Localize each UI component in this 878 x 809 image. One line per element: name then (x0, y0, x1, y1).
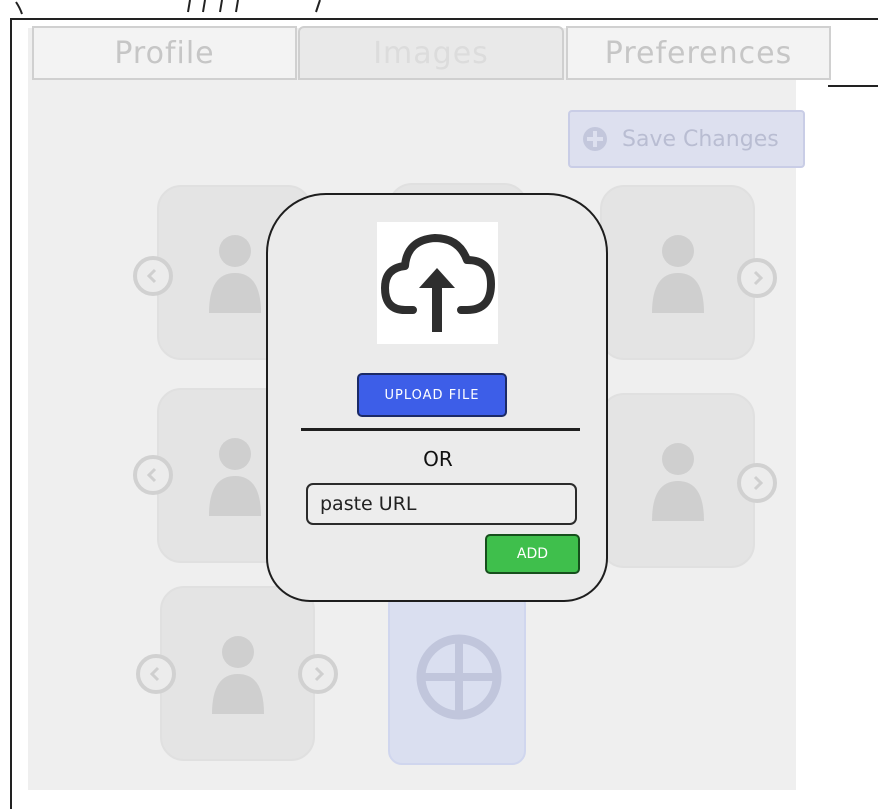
tab-profile[interactable]: Profile (32, 26, 297, 80)
chevron-left-icon[interactable] (133, 256, 173, 296)
frame-divider (828, 85, 878, 87)
person-icon (208, 234, 261, 313)
save-changes-label: Save Changes (622, 126, 779, 152)
cloud-upload-icon (381, 234, 495, 332)
person-icon (651, 442, 704, 521)
tab-images[interactable]: Images (298, 26, 564, 80)
add-url-label: ADD (516, 546, 549, 562)
person-icon (208, 437, 261, 516)
chevron-right-icon[interactable] (737, 258, 777, 298)
paste-url-input[interactable] (306, 483, 577, 525)
upload-file-button[interactable]: UPLOAD FILE (357, 373, 507, 417)
upload-file-label: UPLOAD FILE (384, 387, 480, 403)
add-circle-icon (583, 127, 607, 151)
image-card[interactable] (600, 393, 755, 568)
modal-divider (301, 428, 580, 431)
tab-profile-label: Profile (114, 35, 215, 71)
person-icon (211, 635, 264, 714)
person-icon (651, 234, 704, 313)
image-card[interactable] (160, 586, 315, 761)
image-card[interactable] (600, 185, 755, 360)
chevron-right-icon[interactable] (298, 654, 338, 694)
tab-preferences[interactable]: Preferences (566, 26, 831, 80)
add-image-card[interactable] (388, 590, 526, 765)
chevron-left-icon[interactable] (136, 654, 176, 694)
add-circle-icon (416, 634, 502, 720)
chevron-left-icon[interactable] (133, 455, 173, 495)
add-url-button[interactable]: ADD (485, 534, 580, 574)
chevron-right-icon[interactable] (737, 463, 777, 503)
tab-images-label: Images (373, 35, 489, 71)
save-changes-button[interactable]: Save Changes (568, 110, 805, 168)
upload-illustration (377, 222, 498, 344)
tab-preferences-label: Preferences (604, 35, 793, 71)
